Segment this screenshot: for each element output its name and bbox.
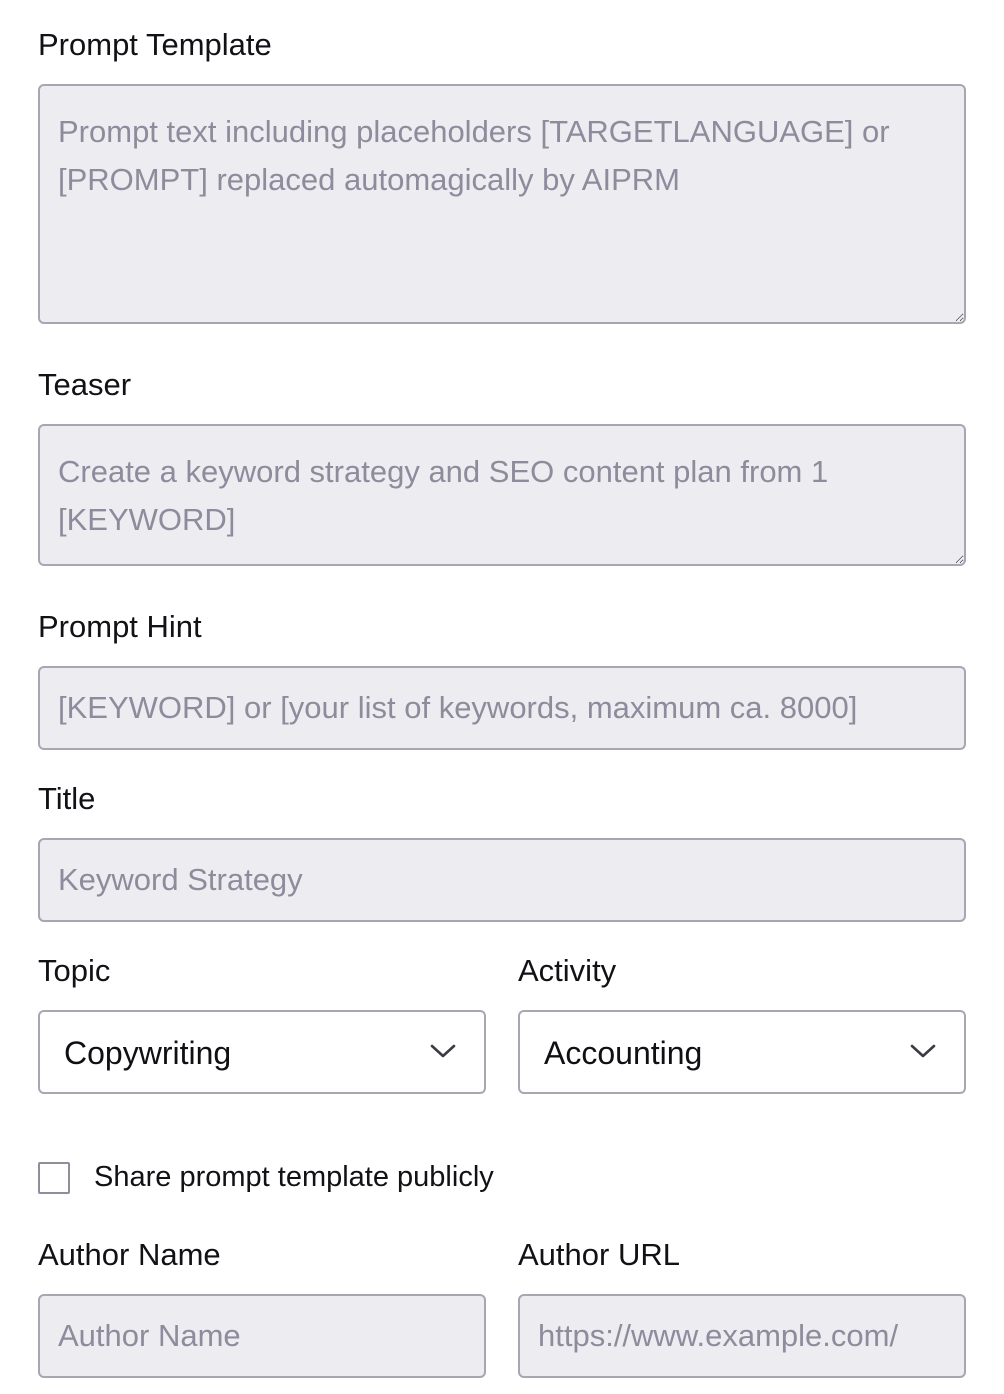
- prompt-template-form: Prompt Template Teaser Prompt Hint Title…: [0, 0, 1004, 1394]
- author-url-input[interactable]: [518, 1294, 966, 1378]
- prompt-hint-input[interactable]: [38, 666, 966, 750]
- share-publicly-checkbox[interactable]: [38, 1162, 70, 1194]
- teaser-label: Teaser: [38, 367, 132, 402]
- author-name-label: Author Name: [38, 1237, 221, 1272]
- title-input[interactable]: [38, 838, 966, 922]
- activity-selected-value: Accounting: [544, 1035, 703, 1071]
- teaser-textarea[interactable]: [38, 424, 966, 566]
- activity-select[interactable]: Accounting: [518, 1010, 966, 1094]
- share-publicly-label[interactable]: Share prompt template publicly: [94, 1160, 494, 1194]
- author-name-input[interactable]: [38, 1294, 486, 1378]
- activity-label: Activity: [518, 953, 617, 988]
- chevron-down-icon: [430, 1044, 456, 1058]
- title-label: Title: [38, 781, 96, 816]
- author-url-label: Author URL: [518, 1237, 680, 1272]
- prompt-template-label: Prompt Template: [38, 27, 272, 62]
- chevron-down-icon: [910, 1044, 936, 1058]
- prompt-template-textarea[interactable]: [38, 84, 966, 324]
- topic-selected-value: Copywriting: [64, 1035, 232, 1071]
- topic-select[interactable]: Copywriting: [38, 1010, 486, 1094]
- topic-label: Topic: [38, 953, 111, 988]
- prompt-hint-label: Prompt Hint: [38, 609, 202, 644]
